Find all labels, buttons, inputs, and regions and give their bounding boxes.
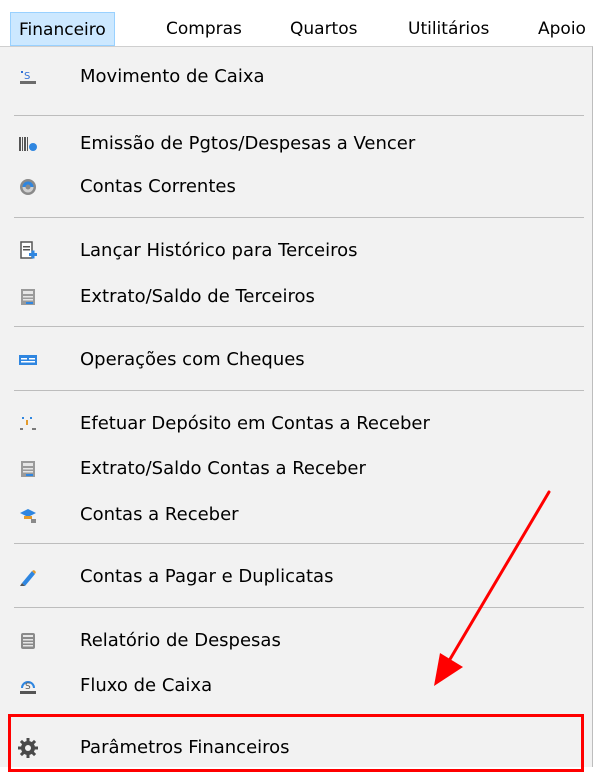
annotation-arrow [434,490,551,686]
